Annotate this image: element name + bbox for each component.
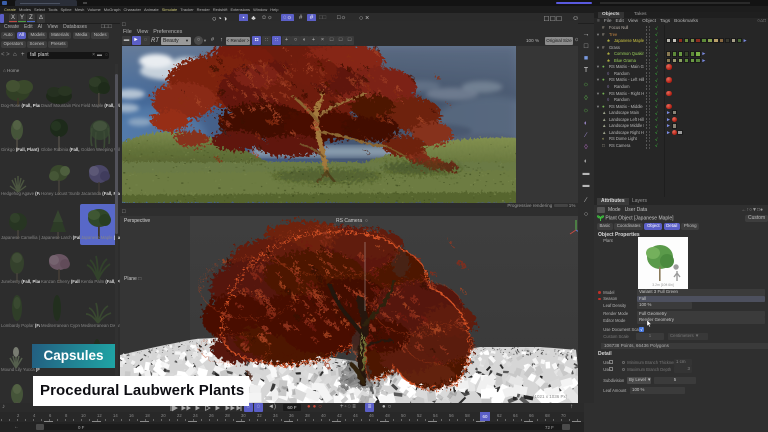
svg-text:3.2m [10ft 6in]: 3.2m [10ft 6in] bbox=[652, 283, 674, 287]
